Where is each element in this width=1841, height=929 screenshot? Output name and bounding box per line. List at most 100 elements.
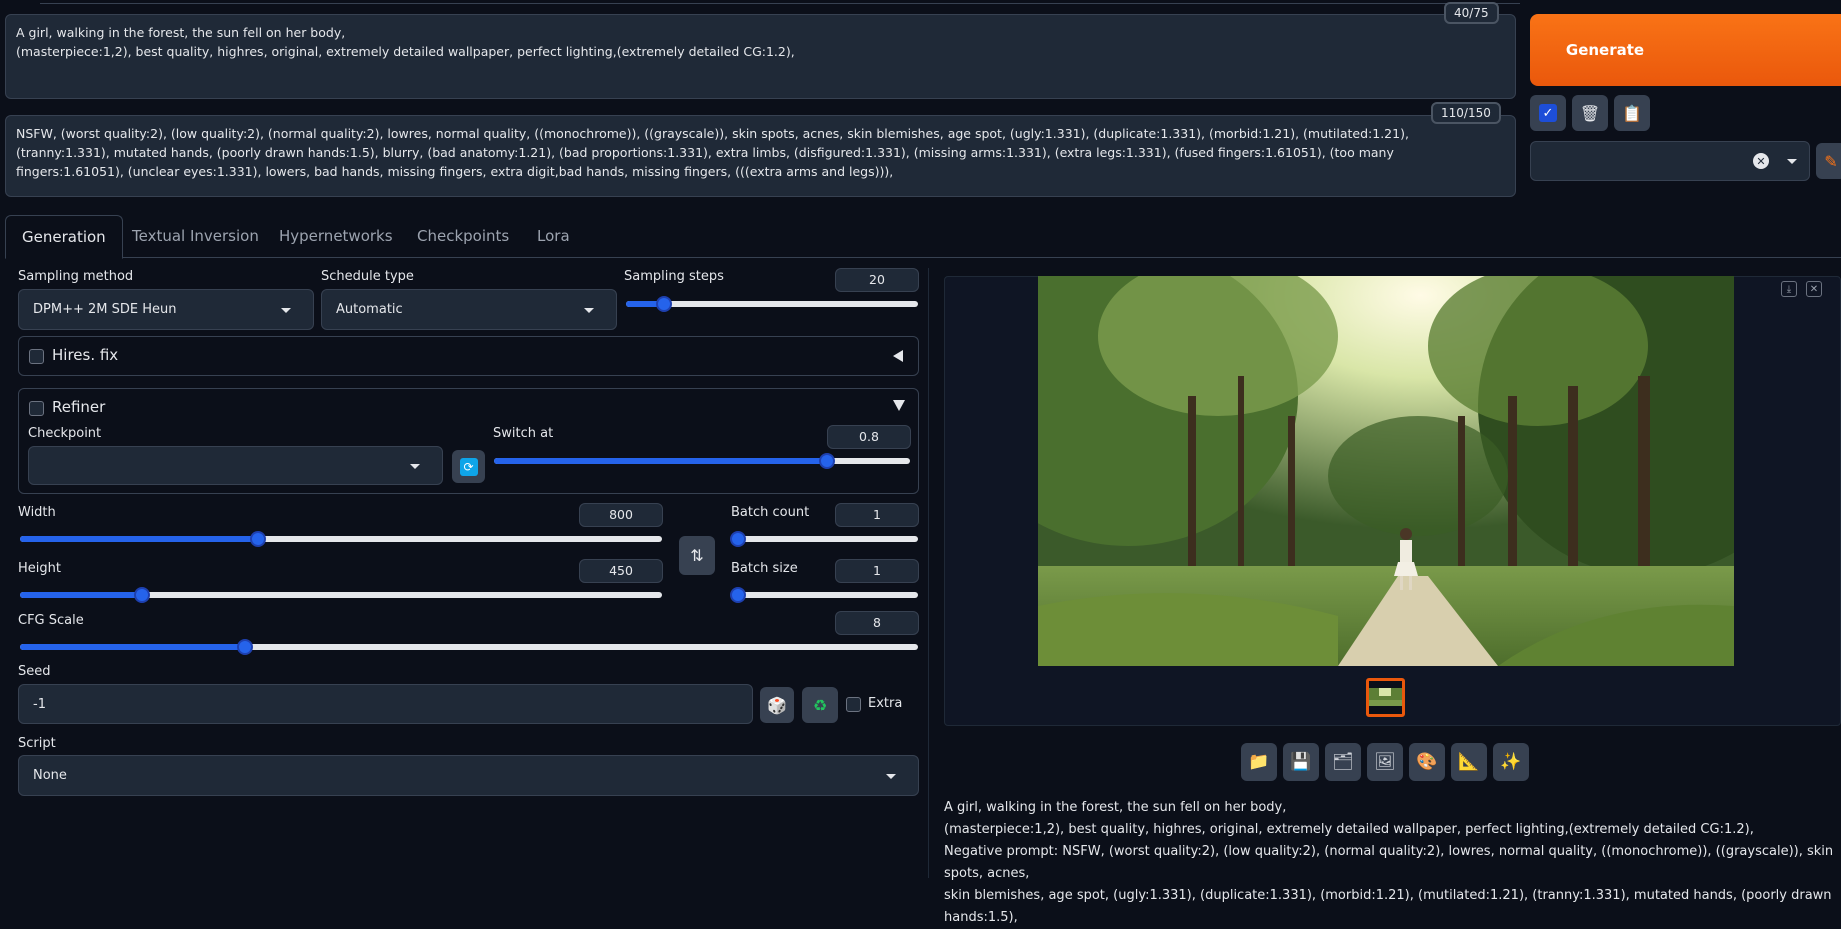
tab-textual-inversion[interactable]: Textual Inversion (116, 215, 275, 258)
expand-down-icon[interactable] (893, 400, 905, 411)
style-apply-button[interactable]: ✓ (1530, 95, 1566, 131)
chevron-down-icon (1787, 159, 1797, 164)
hires-fix-checkbox[interactable] (29, 349, 44, 364)
chevron-down-icon (281, 307, 291, 313)
seed-input[interactable]: -1 (18, 684, 753, 724)
chevron-down-icon (410, 463, 420, 469)
clipboard-icon: 📋 (1622, 103, 1642, 123)
sampling-steps-slider[interactable] (626, 296, 918, 312)
extra-seed-label: Extra (868, 696, 903, 711)
panel-divider (928, 268, 929, 878)
save-button[interactable]: 💾 (1283, 743, 1319, 781)
width-slider[interactable] (20, 531, 662, 547)
cfg-scale-label: CFG Scale (18, 613, 84, 628)
refiner-checkpoint-dropdown[interactable] (28, 446, 443, 485)
paste-params-button[interactable]: 📋 (1614, 95, 1650, 131)
slider-thumb[interactable] (249, 531, 266, 547)
refiner-title: Refiner (52, 398, 106, 416)
batch-size-slider[interactable] (730, 587, 918, 603)
negative-prompt-textarea[interactable]: NSFW, (worst quality:2), (low quality:2)… (5, 115, 1516, 197)
batch-count-input[interactable]: 1 (835, 503, 919, 527)
close-icon[interactable]: ✕ (1806, 281, 1822, 297)
tab-generation[interactable]: Generation (5, 215, 123, 259)
trash-icon: 🗑 (1579, 103, 1601, 123)
open-folder-button[interactable]: 📁 (1241, 743, 1277, 781)
generated-image[interactable] (1038, 276, 1734, 666)
refresh-checkpoints-button[interactable]: ⟳ (452, 450, 485, 483)
refiner-checkbox[interactable] (29, 401, 44, 416)
collapse-left-icon (893, 350, 903, 362)
send-to-img2img-button[interactable]: 🖼 (1367, 743, 1403, 781)
thumbnail-image (1369, 681, 1402, 714)
negative-prompt-token-counter: 110/150 (1431, 102, 1501, 124)
prompt-textarea[interactable]: A girl, walking in the forest, the sun f… (5, 14, 1516, 99)
send-to-extras-button[interactable]: 📐 (1451, 743, 1487, 781)
folder-icon: 📁 (1248, 752, 1270, 772)
extra-seed-checkbox[interactable] (846, 697, 861, 712)
height-slider[interactable] (20, 587, 662, 603)
clear-prompt-button[interactable]: 🗑 (1572, 95, 1608, 131)
reuse-seed-button[interactable]: ♻ (802, 687, 838, 723)
sampling-method-dropdown[interactable]: DPM++ 2M SDE Heun (18, 289, 314, 330)
upscale-button[interactable]: ✨ (1493, 743, 1529, 781)
chevron-down-icon (886, 773, 896, 779)
image-icon: 🖼 (1374, 752, 1396, 772)
send-to-inpaint-button[interactable]: 🎨 (1409, 743, 1445, 781)
slider-thumb[interactable] (133, 587, 150, 603)
refiner-checkpoint-label: Checkpoint (28, 426, 102, 441)
schedule-type-dropdown[interactable]: Automatic (321, 289, 617, 330)
height-input[interactable]: 450 (579, 559, 663, 583)
gallery-thumbnail[interactable] (1366, 678, 1405, 717)
download-icon[interactable]: ⤓ (1781, 281, 1797, 297)
sampling-steps-label: Sampling steps (624, 269, 724, 284)
tab-hypernetworks[interactable]: Hypernetworks (263, 215, 409, 258)
sampling-method-value: DPM++ 2M SDE Heun (33, 302, 177, 317)
archive-icon: 🗂 (1332, 752, 1354, 772)
styles-dropdown[interactable]: ✕ (1530, 141, 1810, 181)
batch-size-input[interactable]: 1 (835, 559, 919, 583)
hires-fix-accordion[interactable]: Hires. fix (18, 336, 919, 376)
clear-icon[interactable]: ✕ (1753, 153, 1769, 169)
cfg-scale-slider[interactable] (20, 639, 918, 655)
check-icon: ✓ (1539, 104, 1557, 122)
switch-at-label: Switch at (493, 426, 554, 441)
dice-icon: 🎲 (767, 695, 787, 715)
slider-thumb[interactable] (730, 587, 746, 603)
top-divider (40, 0, 1520, 4)
script-dropdown[interactable]: None (18, 755, 919, 796)
swap-icon: ⇅ (690, 546, 704, 565)
switch-at-slider[interactable] (494, 453, 910, 469)
slider-thumb[interactable] (655, 296, 672, 312)
edit-styles-button[interactable]: ✎ (1816, 143, 1841, 179)
palette-icon: 🎨 (1416, 752, 1438, 772)
prompt-token-counter: 40/75 (1444, 2, 1499, 24)
slider-thumb[interactable] (236, 639, 253, 655)
tab-bar: Generation Textual Inversion Hypernetwor… (5, 215, 1841, 259)
zip-button[interactable]: 🗂 (1325, 743, 1361, 781)
sampling-method-label: Sampling method (18, 269, 134, 284)
batch-count-slider[interactable] (730, 531, 918, 547)
switch-at-input[interactable]: 0.8 (827, 425, 911, 449)
generation-info-text: A girl, walking in the forest, the sun f… (944, 800, 1834, 925)
schedule-type-value: Automatic (336, 302, 403, 317)
width-input[interactable]: 800 (579, 503, 663, 527)
generate-button[interactable]: Generate (1530, 14, 1841, 86)
forest-scene-image (1038, 276, 1734, 666)
tab-checkpoints[interactable]: Checkpoints (401, 215, 525, 258)
seed-label: Seed (18, 664, 51, 679)
height-label: Height (18, 561, 61, 576)
slider-thumb[interactable] (818, 453, 835, 469)
random-seed-button[interactable]: 🎲 (760, 687, 794, 723)
hires-fix-title: Hires. fix (52, 346, 119, 364)
width-label: Width (18, 505, 56, 520)
ruler-icon: 📐 (1458, 752, 1480, 772)
schedule-type-label: Schedule type (321, 269, 414, 284)
tab-lora[interactable]: Lora (521, 215, 586, 258)
sampling-steps-input[interactable]: 20 (835, 268, 919, 292)
slider-thumb[interactable] (730, 531, 746, 547)
floppy-icon: 💾 (1290, 752, 1312, 772)
cfg-scale-input[interactable]: 8 (835, 611, 919, 635)
swap-dimensions-button[interactable]: ⇅ (679, 536, 715, 575)
sparkle-icon: ✨ (1500, 752, 1522, 772)
batch-count-label: Batch count (731, 505, 810, 520)
